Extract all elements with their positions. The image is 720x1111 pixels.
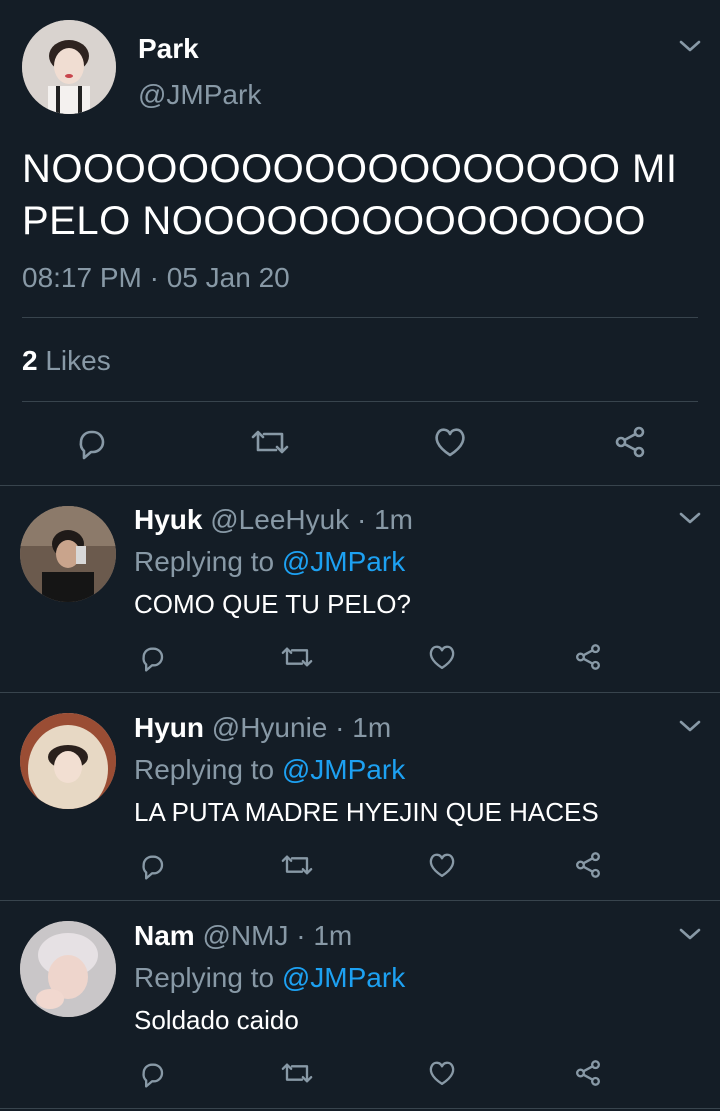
reply-actions	[0, 1058, 720, 1092]
reply-author-name[interactable]: Hyun	[134, 712, 204, 743]
likes-label: Likes	[45, 345, 111, 376]
reply-time: · 1m	[296, 920, 353, 951]
retweet-icon[interactable]	[280, 850, 314, 885]
tweet-text-line: NOOOOOOOOOOOOOOOOOO MI	[22, 147, 678, 191]
tweet-text-line: PELO NOOOOOOOOOOOOOOO	[22, 199, 646, 243]
tweet-timestamp: 08:17 PM · 05 Jan 20	[22, 262, 290, 293]
like-icon[interactable]	[427, 1058, 457, 1093]
share-icon[interactable]	[573, 850, 603, 885]
divider	[0, 900, 720, 901]
avatar[interactable]	[20, 713, 116, 809]
reply-author-name[interactable]: Nam	[134, 920, 195, 951]
reply-header: Nam @NMJ · 1m	[134, 919, 352, 953]
divider	[22, 317, 698, 318]
replying-to-label: Replying to	[134, 546, 275, 577]
reply-text: LA PUTA MADRE HYEJIN QUE HACES	[134, 797, 599, 827]
like-icon[interactable]	[427, 642, 457, 677]
chevron-down-icon[interactable]	[679, 718, 701, 734]
reply-icon[interactable]	[137, 1058, 167, 1093]
divider	[22, 401, 698, 402]
reply-text: COMO QUE TU PELO?	[134, 589, 411, 619]
replying-to: Replying to @JMPark	[134, 753, 405, 787]
replying-to-handle[interactable]: @JMPark	[282, 962, 405, 993]
reply-author-handle[interactable]: @NMJ	[202, 920, 288, 951]
retweet-icon[interactable]	[280, 642, 314, 677]
avatar-image	[20, 713, 116, 809]
reply-icon[interactable]	[137, 642, 167, 677]
chevron-down-icon[interactable]	[679, 926, 701, 942]
share-icon[interactable]	[573, 1058, 603, 1093]
avatar[interactable]	[22, 20, 116, 114]
replying-to: Replying to @JMPark	[134, 545, 405, 579]
avatar-image	[22, 20, 116, 114]
replying-to-handle[interactable]: @JMPark	[282, 546, 405, 577]
reply-header: Hyuk @LeeHyuk · 1m	[134, 503, 413, 537]
reply-author-name[interactable]: Hyuk	[134, 504, 202, 535]
tweet-text: NOOOOOOOOOOOOOOOOOO MI PELO NOOOOOOOOOOO…	[22, 143, 677, 247]
chevron-down-icon[interactable]	[679, 510, 701, 526]
reply-author-handle[interactable]: @LeeHyuk	[210, 504, 349, 535]
reply-time: · 1m	[335, 712, 392, 743]
share-icon[interactable]	[573, 642, 603, 677]
divider	[0, 485, 720, 486]
reply-text: Soldado caido	[134, 1005, 299, 1035]
like-icon[interactable]	[427, 850, 457, 885]
divider	[0, 1108, 720, 1109]
like-icon[interactable]	[432, 424, 468, 465]
replying-to-label: Replying to	[134, 962, 275, 993]
reply-icon[interactable]	[137, 850, 167, 885]
reply-author-handle[interactable]: @Hyunie	[212, 712, 328, 743]
retweet-icon[interactable]	[250, 424, 290, 465]
author-handle[interactable]: @JMPark	[138, 79, 261, 111]
reply-time: · 1m	[356, 504, 413, 535]
likes-number: 2	[22, 345, 38, 376]
likes-count[interactable]: 2 Likes	[22, 345, 111, 377]
reply-actions	[0, 642, 720, 676]
retweet-icon[interactable]	[280, 1058, 314, 1093]
reply-actions	[0, 850, 720, 884]
replying-to-label: Replying to	[134, 754, 275, 785]
author-name[interactable]: Park	[138, 33, 199, 65]
replying-to: Replying to @JMPark	[134, 961, 405, 995]
avatar[interactable]	[20, 506, 116, 602]
divider	[0, 692, 720, 693]
reply-icon[interactable]	[73, 424, 109, 465]
avatar[interactable]	[20, 921, 116, 1017]
reply-header: Hyun @Hyunie · 1m	[134, 711, 391, 745]
replying-to-handle[interactable]: @JMPark	[282, 754, 405, 785]
avatar-image	[20, 921, 116, 1017]
chevron-down-icon[interactable]	[679, 38, 701, 54]
share-icon[interactable]	[612, 424, 648, 465]
avatar-image	[20, 506, 116, 602]
